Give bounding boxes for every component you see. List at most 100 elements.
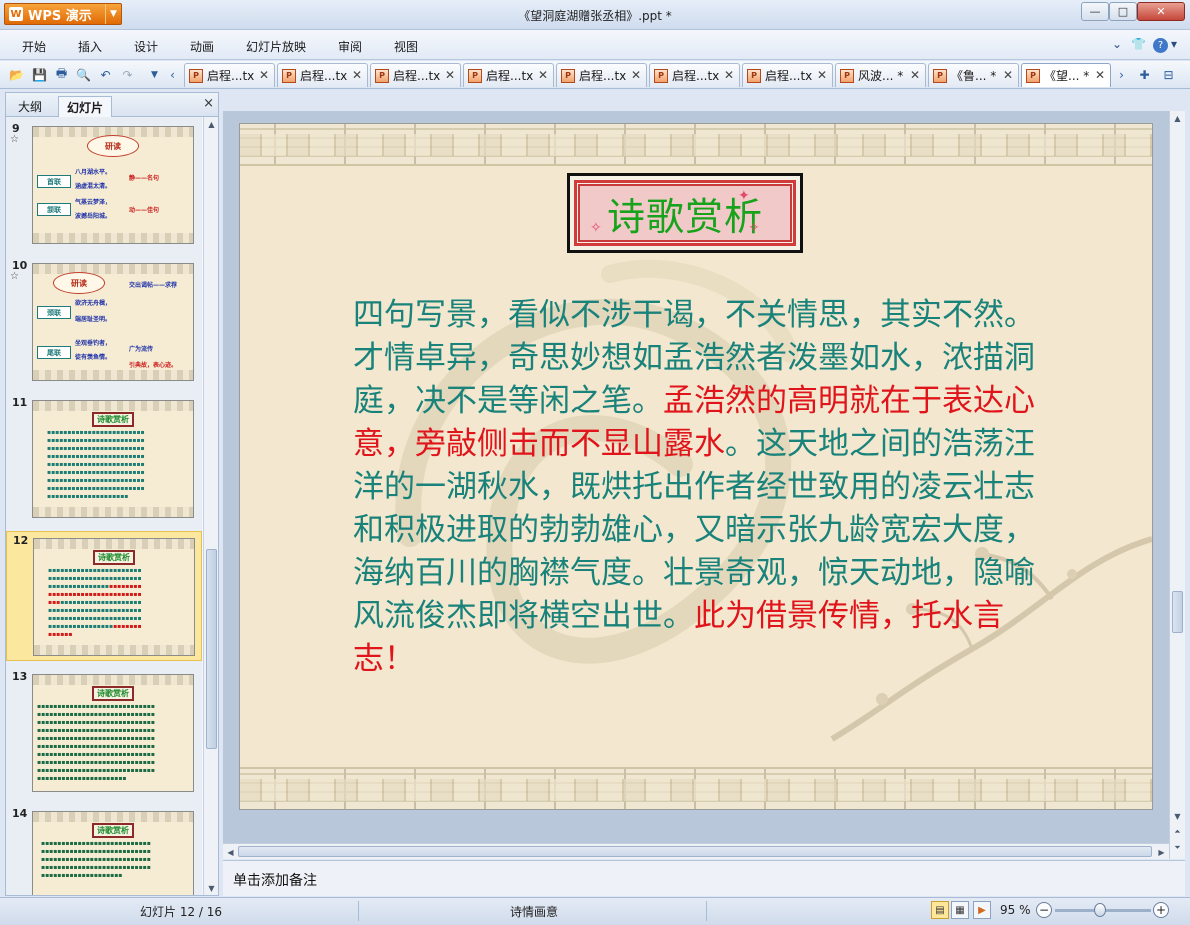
quick-toolbar: 📂 💾 🖶 🔍 ↶ ↷ ▼ ‹ P 启程...tx ✕ P 启程...tx ✕ P 启程...…: [0, 61, 1190, 89]
menu-view[interactable]: 视图: [394, 38, 418, 55]
ppt-file-icon: P: [561, 68, 575, 83]
menu-design[interactable]: 设计: [134, 38, 158, 55]
chevron-down-icon[interactable]: ⌄: [1112, 37, 1122, 51]
scrollbar-thumb[interactable]: [238, 846, 1152, 857]
menu-insert[interactable]: 插入: [78, 38, 102, 55]
slide-thumbnail-13[interactable]: 13 诗歌赏析 ▪▪▪▪▪▪▪▪▪▪▪▪▪▪▪▪▪▪▪▪▪▪▪▪▪▪▪▪▪ ▪▪▪…: [6, 668, 202, 798]
menu-animation[interactable]: 动画: [190, 38, 214, 55]
canvas-vertical-scrollbar[interactable]: ▲ ▼ ⏶ ⏷: [1169, 111, 1185, 859]
ppt-file-icon: P: [654, 68, 668, 83]
slide-thumbnail-11[interactable]: 11 诗歌赏析 ▪▪▪▪▪▪▪▪▪▪▪▪▪▪▪▪▪▪▪▪▪▪▪▪ ▪▪▪▪▪▪▪▪…: [6, 394, 202, 524]
minimize-button[interactable]: —: [1081, 2, 1109, 21]
close-tab-icon[interactable]: ✕: [724, 68, 734, 82]
ppt-file-icon: P: [189, 68, 203, 83]
skin-shirt-icon[interactable]: 👕: [1131, 37, 1146, 51]
print-preview-icon[interactable]: 🔍: [75, 66, 92, 83]
slide-title-frame[interactable]: 诗歌赏析 ✧ ✦ ✧: [567, 173, 803, 253]
slide-thumbnail-12[interactable]: 12 诗歌赏析 ▪▪▪▪▪▪▪▪▪▪▪▪▪▪▪▪▪▪▪▪▪▪▪ ▪▪▪▪▪▪▪▪▪…: [6, 531, 202, 661]
tab-slides[interactable]: 幻灯片: [58, 96, 113, 117]
document-tab[interactable]: P 启程...tx ✕: [184, 63, 275, 87]
ppt-file-icon: P: [282, 68, 296, 83]
document-tab-label: 《望... *: [1044, 69, 1090, 83]
document-tab[interactable]: P 启程...tx ✕: [463, 63, 554, 87]
slideshow-icon[interactable]: ▶: [973, 901, 991, 919]
thumb-title: 诗歌赏析: [92, 686, 134, 701]
close-tab-icon[interactable]: ✕: [445, 68, 455, 82]
slide-body-text[interactable]: 四句写景，看似不涉干谒，不关情思，其实不然。才情卓异，奇思妙想如孟浩然者泼墨如水…: [353, 294, 1053, 681]
slide-preview: 诗歌赏析 ▪▪▪▪▪▪▪▪▪▪▪▪▪▪▪▪▪▪▪▪▪▪▪▪▪▪▪▪▪▪▪▪▪▪▪…: [33, 538, 195, 656]
document-tab[interactable]: P 《望... * ✕: [1021, 63, 1111, 87]
document-tab[interactable]: P 启程...tx ✕: [742, 63, 833, 87]
zoom-slider-handle[interactable]: [1094, 903, 1106, 917]
tabs-scroll-right-icon[interactable]: ›: [1113, 66, 1130, 83]
document-tab-label: 《鲁... *: [951, 69, 997, 83]
tabs-scroll-left-icon[interactable]: ‹: [164, 66, 181, 83]
close-tab-icon[interactable]: ✕: [1003, 68, 1013, 82]
document-tab[interactable]: P 《鲁... * ✕: [928, 63, 1019, 87]
scroll-up-icon[interactable]: ▲: [1170, 111, 1185, 125]
slide-thumbnail-14[interactable]: 14 诗歌赏析 ▪▪▪▪▪▪▪▪▪▪▪▪▪▪▪▪▪▪▪▪▪▪▪▪▪▪▪ ▪▪▪▪▪…: [6, 805, 202, 895]
close-tab-icon[interactable]: ✕: [1095, 68, 1105, 82]
thumb-line: 坐观垂钓者，: [75, 340, 112, 347]
slide-number: 12: [13, 534, 29, 547]
panel-close-icon[interactable]: ×: [203, 96, 214, 111]
slide-thumbnail-9[interactable]: 9 ☆ 研读 首联 颔联 八月湖水平。 涵虚混太清。 气蒸云梦泽， 波撼岳阳城。…: [6, 120, 202, 250]
close-tab-icon[interactable]: ✕: [259, 68, 269, 82]
scrollbar-thumb[interactable]: [1172, 591, 1183, 633]
scroll-right-icon[interactable]: ▶: [1154, 845, 1169, 859]
menu-slideshow[interactable]: 幻灯片放映: [246, 38, 306, 55]
close-button[interactable]: ✕: [1137, 2, 1185, 21]
close-tab-icon[interactable]: ✕: [817, 68, 827, 82]
bottom-border-pattern: [240, 767, 1152, 809]
save-icon[interactable]: 💾: [31, 66, 48, 83]
slide-sorter-icon[interactable]: ▦: [951, 901, 969, 919]
document-tab-label: 启程...tx: [579, 69, 627, 83]
menu-home[interactable]: 开始: [22, 38, 46, 55]
current-slide[interactable]: 诗歌赏析 ✧ ✦ ✧ 四句写景，看似不涉干谒，不关情思，其实不然。才情卓异，奇思…: [239, 123, 1153, 810]
close-tab-icon[interactable]: ✕: [352, 68, 362, 82]
scroll-down-icon[interactable]: ▼: [1170, 809, 1185, 823]
previous-slide-icon[interactable]: ⏶: [1170, 825, 1185, 839]
print-icon[interactable]: 🖶: [53, 66, 70, 83]
scroll-up-icon[interactable]: ▲: [204, 117, 219, 131]
thumb-text-block: ▪▪▪▪▪▪▪▪▪▪▪▪▪▪▪▪▪▪▪▪▪▪▪▪▪▪▪▪▪▪▪▪▪▪▪▪▪▪▪▪…: [48, 567, 142, 638]
undo-icon[interactable]: ↶: [97, 66, 114, 83]
close-tab-icon[interactable]: ✕: [538, 68, 548, 82]
open-folder-icon[interactable]: 📂: [8, 66, 25, 83]
menu-review[interactable]: 审阅: [338, 38, 362, 55]
document-tab[interactable]: P 启程...tx ✕: [370, 63, 461, 87]
ppt-file-icon: P: [747, 68, 761, 83]
notes-pane[interactable]: 单击添加备注: [223, 860, 1185, 896]
document-tab-label: 启程...tx: [486, 69, 534, 83]
customize-toolbar-icon[interactable]: ▼: [146, 66, 163, 83]
zoom-in-icon[interactable]: +: [1153, 902, 1169, 918]
canvas-horizontal-scrollbar[interactable]: ◀ ▶: [223, 843, 1169, 859]
document-tab[interactable]: P 启程...tx ✕: [556, 63, 647, 87]
normal-view-icon[interactable]: ▤: [931, 901, 949, 919]
close-tab-icon[interactable]: ✕: [910, 68, 920, 82]
scrollbar-thumb[interactable]: [206, 549, 217, 749]
thumb-note: 引典故，表心迹。: [129, 362, 178, 369]
slide-thumbnail-10[interactable]: 10 ☆ 研读 颈联 尾联 欲济无舟楫， 端居耻圣明。 坐观垂钓者， 徒有羡鱼情…: [6, 257, 202, 387]
help-dropdown-icon[interactable]: ▾: [1171, 37, 1177, 51]
new-tab-icon[interactable]: ✚: [1136, 66, 1153, 83]
scroll-left-icon[interactable]: ◀: [223, 845, 238, 859]
next-slide-icon[interactable]: ⏷: [1170, 841, 1185, 855]
scroll-down-icon[interactable]: ▼: [204, 881, 219, 895]
thumb-label: 首联: [37, 175, 71, 188]
redo-icon[interactable]: ↷: [119, 66, 136, 83]
slide-number: 11: [12, 396, 28, 409]
thumb-line: 徒有羡鱼情。: [75, 354, 112, 361]
zoom-out-icon[interactable]: −: [1036, 902, 1052, 918]
slide-preview: 研读 颈联 尾联 欲济无舟楫， 端居耻圣明。 坐观垂钓者， 徒有羡鱼情。 交出谒…: [32, 263, 194, 381]
close-tab-icon[interactable]: ✕: [631, 68, 641, 82]
tab-outline[interactable]: 大纲: [10, 96, 50, 117]
tab-list-icon[interactable]: ⊟: [1160, 66, 1177, 83]
document-tab[interactable]: P 启程...tx ✕: [649, 63, 740, 87]
document-tab[interactable]: P 风波... * ✕: [835, 63, 926, 87]
thumb-note: 动——佳句: [129, 207, 160, 214]
document-tab[interactable]: P 启程...tx ✕: [277, 63, 368, 87]
help-icon[interactable]: ?: [1153, 38, 1168, 53]
slide-panel-scrollbar[interactable]: ▲ ▼: [203, 117, 218, 895]
maximize-button[interactable]: □: [1109, 2, 1137, 21]
